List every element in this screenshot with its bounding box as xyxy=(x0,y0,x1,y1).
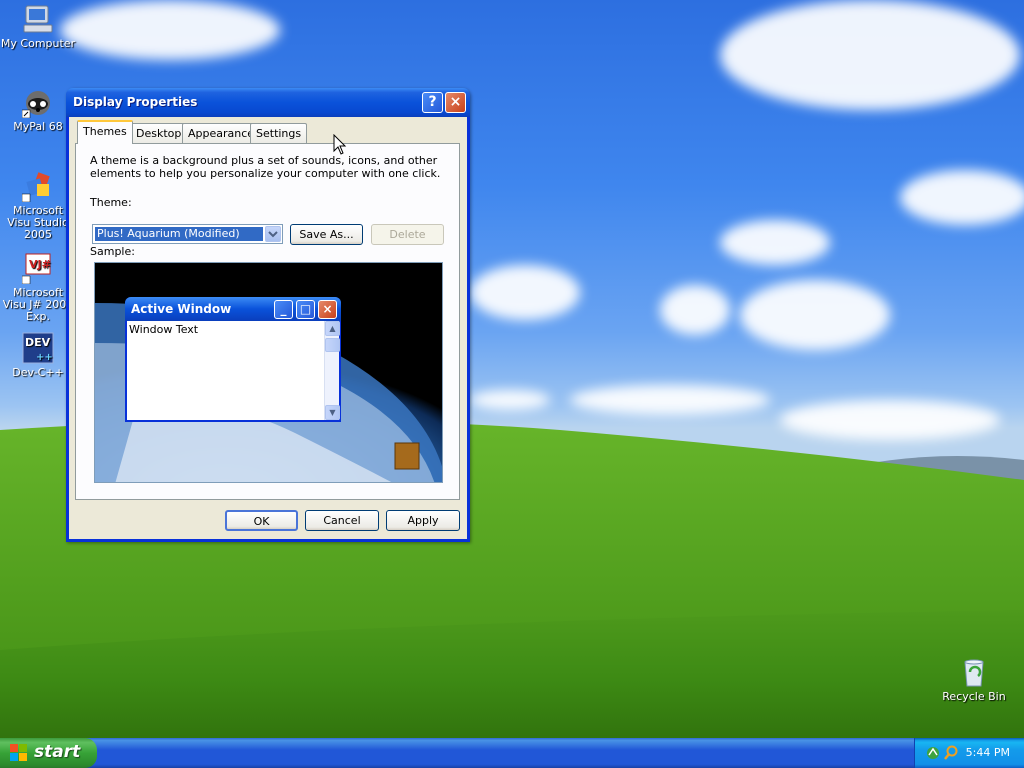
system-tray: 5:44 PM xyxy=(914,738,1024,768)
help-button[interactable]: ? xyxy=(422,92,443,113)
display-properties-dialog: Display Properties ? × Themes Desktop Ap… xyxy=(66,88,470,542)
mouse-cursor-icon xyxy=(333,134,347,155)
clock[interactable]: 5:44 PM xyxy=(966,746,1010,759)
maximize-icon: □ xyxy=(296,300,315,319)
scroll-thumb xyxy=(325,338,340,352)
tab-appearance[interactable]: Appearance xyxy=(182,123,261,143)
scroll-up-icon: ▲ xyxy=(325,321,340,336)
desktop-icon-visual-j-sharp[interactable]: VJ# Microsoft Visu J# 2005 Exp. xyxy=(0,252,76,323)
sample-active-window: Active Window _ □ × Window Text ▲ ▼ xyxy=(125,297,341,422)
raccoon-icon xyxy=(21,86,54,119)
windows-logo-icon xyxy=(10,744,28,767)
sample-window-title: Active Window xyxy=(131,302,232,316)
dialog-title: Display Properties xyxy=(73,95,198,109)
desktop-icon-mypal[interactable]: MyPal 68 xyxy=(0,86,76,133)
desktop-icon-my-computer[interactable]: My Computer xyxy=(0,3,76,50)
dev-cpp-icon: DEV ++ xyxy=(22,332,54,364)
minimize-icon: _ xyxy=(274,300,293,319)
apply-button[interactable]: Apply xyxy=(386,510,460,531)
tab-themes[interactable]: Themes xyxy=(77,120,133,144)
theme-dropdown-value: Plus! Aquarium (Modified) xyxy=(95,227,263,241)
network-icon[interactable] xyxy=(925,745,941,764)
dialog-client-area: Themes Desktop Appearance Settings A the… xyxy=(69,117,467,539)
chevron-down-icon[interactable] xyxy=(265,226,281,242)
save-as-button[interactable]: Save As... xyxy=(290,224,363,245)
desktop-icon-recycle-bin[interactable]: Recycle Bin xyxy=(936,656,1012,703)
tab-desktop[interactable]: Desktop xyxy=(130,123,188,143)
theme-dropdown[interactable]: Plus! Aquarium (Modified) xyxy=(92,224,283,244)
desktop-icon-label: My Computer xyxy=(0,37,76,50)
taskbar: start 5:44 PM xyxy=(0,738,1024,768)
svg-text:++: ++ xyxy=(36,352,53,363)
svg-text:VJ#: VJ# xyxy=(29,258,51,271)
ok-button[interactable]: OK xyxy=(225,510,298,531)
sample-scrollbar: ▲ ▼ xyxy=(324,321,340,420)
tab-settings[interactable]: Settings xyxy=(250,123,308,143)
desktop-icon-label: Recycle Bin xyxy=(942,690,1006,703)
sample-window-titlebar: Active Window _ □ × xyxy=(125,297,341,321)
search-icon[interactable] xyxy=(943,745,959,764)
theme-description: A theme is a background plus a set of so… xyxy=(90,154,441,180)
sample-label: Sample: xyxy=(90,245,135,258)
visual-studio-icon xyxy=(21,170,54,203)
computer-icon xyxy=(22,3,54,35)
close-icon: × xyxy=(318,300,337,319)
delete-button[interactable]: Delete xyxy=(371,224,444,245)
sample-window-text: Window Text xyxy=(129,323,199,336)
desktop-icon-dev-cpp[interactable]: DEV ++ Dev-C++ xyxy=(0,332,76,379)
dialog-titlebar[interactable]: Display Properties ? × xyxy=(66,88,470,117)
close-button[interactable]: × xyxy=(445,92,466,113)
scroll-down-icon: ▼ xyxy=(325,405,340,420)
start-button[interactable]: start xyxy=(0,738,97,768)
vj-sharp-icon: VJ# xyxy=(21,252,54,285)
desktop-icon-label: Dev-C++ xyxy=(12,366,64,379)
sample-window-body: Window Text ▲ ▼ xyxy=(127,321,340,420)
recycle-bin-icon xyxy=(958,656,990,688)
start-label: start xyxy=(34,742,81,762)
theme-sample-preview: Active Window _ □ × Window Text ▲ ▼ xyxy=(94,262,443,483)
desktop-icon-visual-studio[interactable]: Microsoft Visu Studio 2005 xyxy=(0,170,76,241)
theme-label: Theme: xyxy=(90,196,132,209)
desktop-icon-label: MyPal 68 xyxy=(13,120,63,133)
desktop-icon-label: Microsoft Visu Studio 2005 xyxy=(7,204,69,241)
cancel-button[interactable]: Cancel xyxy=(305,510,379,531)
desktop-icon-label: Microsoft Visu J# 2005 Exp. xyxy=(2,286,74,323)
svg-text:DEV: DEV xyxy=(25,336,51,349)
